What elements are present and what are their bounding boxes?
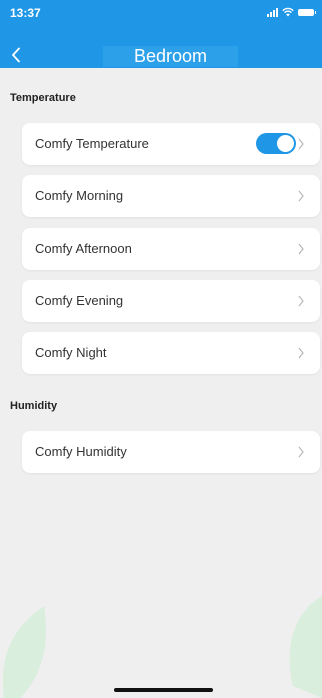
row-label: Comfy Night bbox=[35, 345, 107, 360]
wifi-icon bbox=[282, 7, 294, 17]
home-indicator bbox=[114, 688, 213, 692]
chevron-left-icon bbox=[12, 47, 20, 63]
chevron-right-icon bbox=[298, 243, 304, 255]
humidity-section-title: Humidity bbox=[10, 400, 58, 412]
comfy-night-row[interactable]: Comfy Night bbox=[22, 332, 320, 374]
row-label: Comfy Temperature bbox=[35, 136, 149, 151]
status-icons bbox=[267, 6, 316, 18]
signal-icon bbox=[267, 7, 278, 17]
row-label: Comfy Evening bbox=[35, 293, 124, 308]
chevron-right-icon bbox=[298, 446, 304, 458]
row-label: Comfy Afternoon bbox=[35, 241, 132, 256]
leaf-decoration-right bbox=[289, 596, 322, 698]
row-label: Comfy Humidity bbox=[35, 444, 127, 459]
comfy-temperature-row[interactable]: Comfy Temperature bbox=[22, 123, 320, 165]
row-label: Comfy Morning bbox=[35, 188, 124, 203]
comfy-evening-row[interactable]: Comfy Evening bbox=[22, 280, 320, 322]
back-button[interactable] bbox=[6, 44, 26, 66]
status-time: 13:37 bbox=[10, 6, 41, 20]
chevron-right-icon bbox=[298, 138, 304, 150]
comfy-afternoon-row[interactable]: Comfy Afternoon bbox=[22, 228, 320, 270]
battery-icon bbox=[298, 8, 316, 16]
chevron-right-icon bbox=[298, 295, 304, 307]
leaf-decoration-left bbox=[2, 606, 46, 698]
comfy-humidity-row[interactable]: Comfy Humidity bbox=[22, 431, 320, 473]
temperature-section-title: Temperature bbox=[10, 92, 76, 104]
app-header: 13:37 Bedroom bbox=[0, 0, 322, 68]
page-title: Bedroom bbox=[133, 46, 208, 66]
chevron-right-icon bbox=[298, 190, 304, 202]
comfy-temperature-toggle[interactable] bbox=[256, 133, 296, 154]
toggle-knob bbox=[277, 135, 294, 152]
chevron-right-icon bbox=[298, 347, 304, 359]
comfy-morning-row[interactable]: Comfy Morning bbox=[22, 175, 320, 217]
page-title-box: Bedroom bbox=[103, 46, 238, 67]
